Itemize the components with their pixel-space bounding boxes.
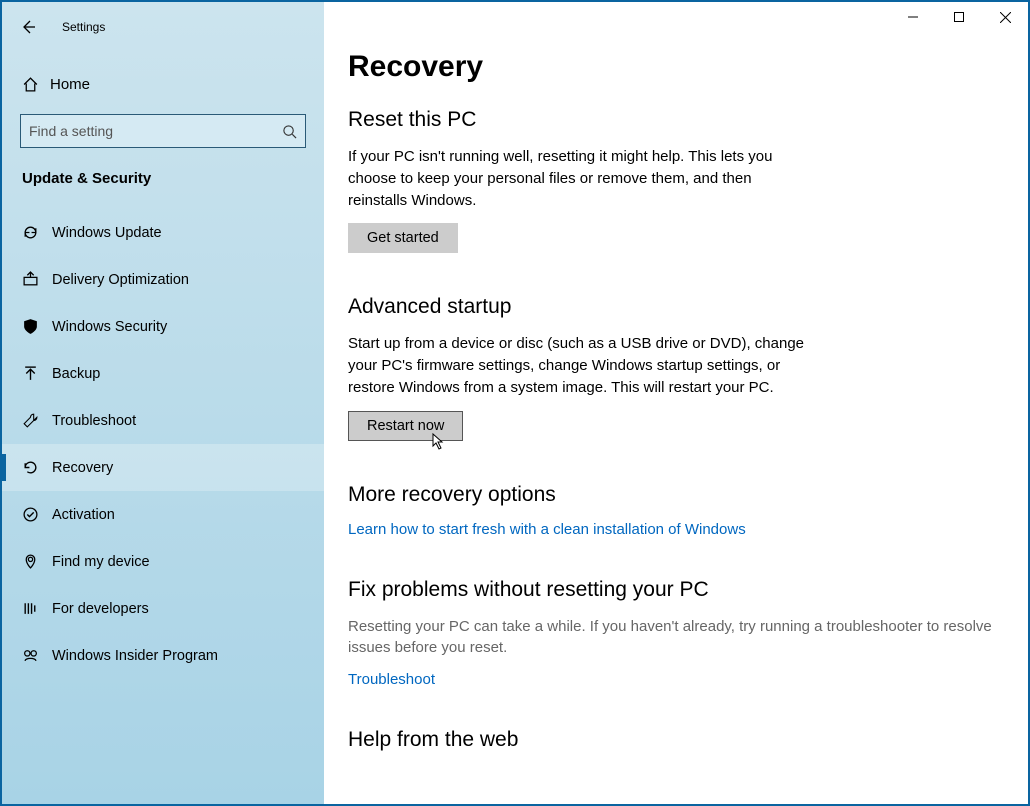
maximize-button[interactable] xyxy=(936,2,982,32)
learn-fresh-install-link[interactable]: Learn how to start fresh with a clean in… xyxy=(348,521,746,538)
sync-icon xyxy=(22,224,52,241)
recovery-icon xyxy=(22,459,52,476)
nav-label: Delivery Optimization xyxy=(52,272,189,288)
nav-label: Windows Update xyxy=(52,225,162,241)
location-icon xyxy=(22,553,52,570)
titlebar: Settings xyxy=(2,12,324,42)
delivery-icon xyxy=(22,271,52,288)
search-icon xyxy=(282,124,297,139)
advanced-startup-title: Advanced startup xyxy=(348,295,1000,319)
back-button[interactable] xyxy=(20,19,36,35)
close-button[interactable] xyxy=(982,2,1028,32)
nav-label: Troubleshoot xyxy=(52,413,136,429)
app-title: Settings xyxy=(62,20,105,34)
wrench-icon xyxy=(22,412,52,429)
nav-item-activation[interactable]: Activation xyxy=(2,491,324,538)
main-content: Recovery Reset this PC If your PC isn't … xyxy=(324,2,1028,804)
nav-item-windows-update[interactable]: Windows Update xyxy=(2,209,324,256)
developer-icon xyxy=(22,600,52,617)
page-title: Recovery xyxy=(348,50,1000,84)
nav-label: Windows Insider Program xyxy=(52,648,218,664)
get-started-button[interactable]: Get started xyxy=(348,223,458,253)
more-options-title: More recovery options xyxy=(348,483,1000,507)
sidebar: Settings Home Update & Security Windows … xyxy=(2,2,324,804)
reset-pc-desc: If your PC isn't running well, resetting… xyxy=(348,146,808,211)
advanced-startup-desc: Start up from a device or disc (such as … xyxy=(348,333,808,398)
minimize-button[interactable] xyxy=(890,2,936,32)
shield-icon xyxy=(22,318,52,335)
restart-now-button[interactable]: Restart now xyxy=(348,411,463,441)
nav-label: Recovery xyxy=(52,460,113,476)
check-circle-icon xyxy=(22,506,52,523)
nav-item-recovery[interactable]: Recovery xyxy=(2,444,324,491)
troubleshoot-link[interactable]: Troubleshoot xyxy=(348,671,435,688)
search-box[interactable] xyxy=(20,114,306,148)
nav-item-find-my-device[interactable]: Find my device xyxy=(2,538,324,585)
nav-label: Windows Security xyxy=(52,319,167,335)
search-input[interactable] xyxy=(29,123,282,139)
window-controls xyxy=(890,2,1028,32)
nav-item-windows-security[interactable]: Windows Security xyxy=(2,303,324,350)
nav-item-troubleshoot[interactable]: Troubleshoot xyxy=(2,397,324,444)
fix-problems-desc: Resetting your PC can take a while. If y… xyxy=(348,616,1000,660)
nav-item-delivery-optimization[interactable]: Delivery Optimization xyxy=(2,256,324,303)
home-icon xyxy=(22,76,50,93)
fix-problems-title: Fix problems without resetting your PC xyxy=(348,578,1000,602)
home-label: Home xyxy=(50,76,90,93)
nav-label: Find my device xyxy=(52,554,150,570)
nav-item-insider-program[interactable]: Windows Insider Program xyxy=(2,632,324,679)
help-from-web-title: Help from the web xyxy=(348,728,1000,752)
insider-icon xyxy=(22,647,52,664)
nav-label: For developers xyxy=(52,601,149,617)
nav-list: Windows Update Delivery Optimization Win… xyxy=(2,209,324,679)
nav-label: Activation xyxy=(52,507,115,523)
reset-pc-title: Reset this PC xyxy=(348,108,1000,132)
home-nav[interactable]: Home xyxy=(2,64,324,104)
nav-item-for-developers[interactable]: For developers xyxy=(2,585,324,632)
backup-icon xyxy=(22,365,52,382)
section-title: Update & Security xyxy=(2,148,324,197)
nav-item-backup[interactable]: Backup xyxy=(2,350,324,397)
nav-label: Backup xyxy=(52,366,100,382)
